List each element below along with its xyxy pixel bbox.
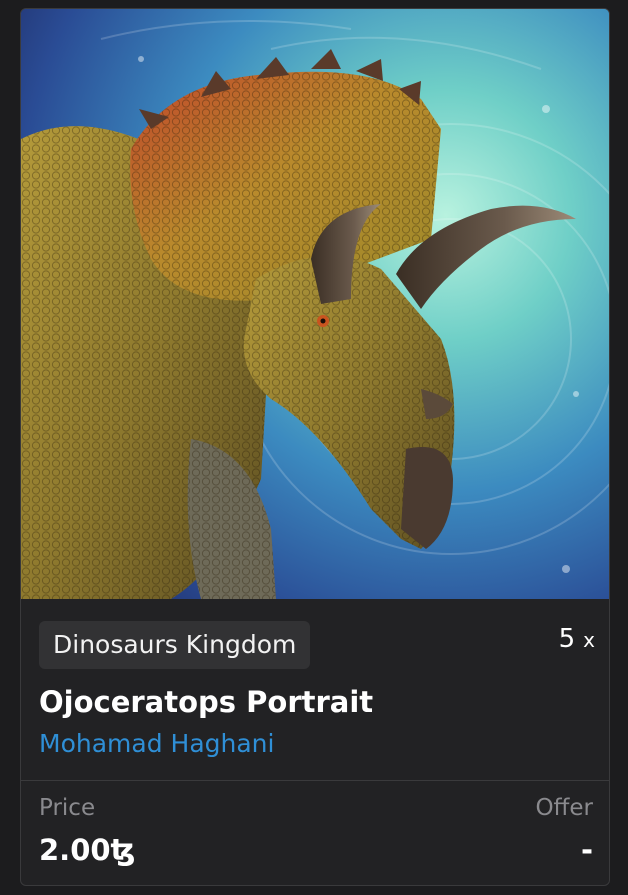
divider: [21, 780, 609, 781]
edition-count-suffix: x: [583, 628, 595, 652]
price-value: 2.00ꜩ: [39, 833, 136, 867]
artwork-image[interactable]: [21, 9, 609, 599]
card-info: Dinosaurs Kingdom 5x Ojoceratops Portrai…: [21, 599, 609, 885]
price-label: Price: [39, 795, 96, 821]
collection-tag[interactable]: Dinosaurs Kingdom: [39, 621, 311, 669]
artist-link[interactable]: Mohamad Haghani: [39, 729, 274, 758]
artwork-title[interactable]: Ojoceratops Portrait: [39, 685, 373, 719]
dinosaur-illustration: [21, 9, 609, 599]
offer-value: -: [580, 833, 593, 867]
nft-card[interactable]: Dinosaurs Kingdom 5x Ojoceratops Portrai…: [20, 8, 610, 886]
offer-label: Offer: [535, 795, 593, 821]
edition-count: 5x: [559, 624, 595, 654]
edition-count-value: 5: [558, 624, 576, 654]
